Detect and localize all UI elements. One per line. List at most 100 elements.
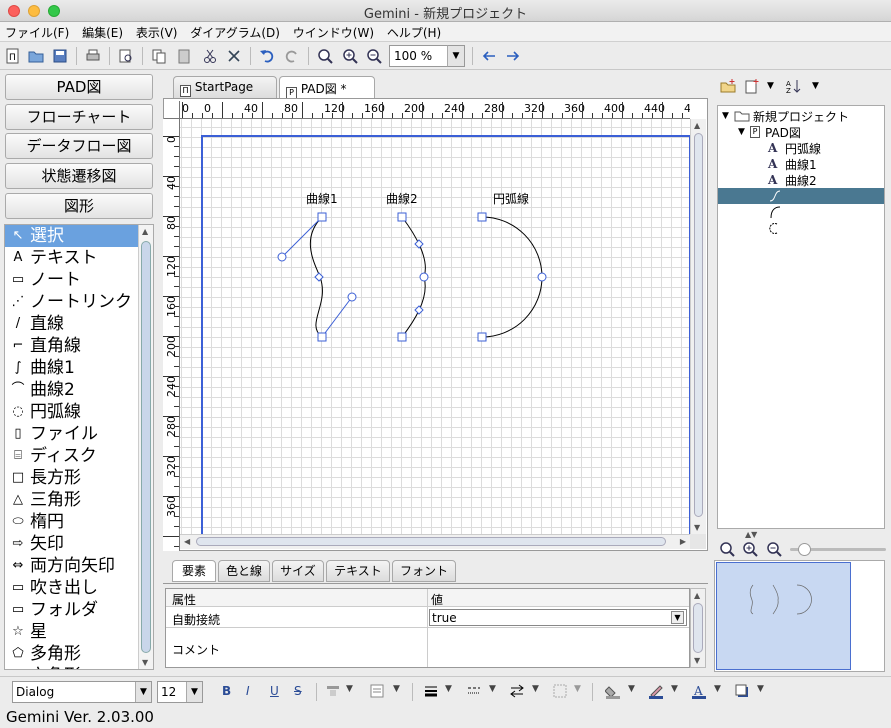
zoom-slider-thumb[interactable] — [798, 543, 811, 556]
tool-item[interactable]: / 直線 — [5, 313, 153, 335]
category-state-transition[interactable]: 状態遷移図 — [5, 163, 153, 189]
line-width-icon[interactable] — [421, 681, 441, 701]
new-project-icon[interactable]: Π — [3, 46, 23, 66]
tool-item[interactable]: ▭ ノート — [5, 269, 153, 291]
tool-item[interactable]: ▭ 吹き出し — [5, 577, 153, 599]
tab-font[interactable]: フォント — [392, 560, 456, 582]
line-color-dropdown-icon[interactable]: ▼ — [671, 684, 678, 694]
zoom-out-icon[interactable] — [364, 46, 384, 66]
menu-help[interactable]: ヘルプ(H) — [382, 22, 445, 41]
add-folder-icon[interactable] — [718, 76, 738, 96]
menu-view[interactable]: 表示(V) — [131, 22, 182, 41]
tool-item[interactable]: ⇨ 矢印 — [5, 533, 153, 555]
tree-item-arc[interactable]: A 円弧線 — [718, 140, 884, 156]
delete-icon[interactable] — [224, 46, 244, 66]
tree-item-arc-shape[interactable] — [718, 220, 884, 236]
tab-color-line[interactable]: 色と線 — [218, 560, 270, 582]
copy-icon[interactable] — [149, 46, 169, 66]
canvas-vertical-scrollbar[interactable]: ▲ ▼ — [690, 119, 706, 534]
zoom-dropdown-icon[interactable]: ▼ — [447, 45, 465, 67]
tab-text[interactable]: テキスト — [326, 560, 390, 582]
text-align-dropdown-icon[interactable]: ▼ — [393, 684, 400, 694]
tab-size[interactable]: サイズ — [272, 560, 324, 582]
menu-diagram[interactable]: ダイアグラム(D) — [185, 22, 284, 41]
expand-arrow-icon[interactable]: ▼ — [722, 111, 734, 121]
overview-zoom-in-icon[interactable] — [740, 539, 760, 559]
open-folder-icon[interactable] — [26, 46, 46, 66]
tree-item-curve2-shape[interactable] — [718, 204, 884, 220]
splitter-arrows[interactable]: ▲▼ — [745, 530, 757, 539]
menu-edit[interactable]: 編集(E) — [77, 22, 127, 41]
line-width-dropdown-icon[interactable]: ▼ — [445, 684, 452, 694]
bold-icon[interactable]: B — [222, 684, 231, 698]
add-diagram-icon[interactable] — [742, 76, 762, 96]
shadow-dropdown-icon[interactable]: ▼ — [757, 684, 764, 694]
tool-item[interactable]: ▯ ファイル — [5, 423, 153, 445]
forward-arrow-icon[interactable] — [503, 46, 523, 66]
tree-item-curve1-shape[interactable] — [718, 188, 884, 204]
tool-item[interactable]: △ 三角形 — [5, 489, 153, 511]
italic-icon[interactable]: I — [246, 684, 250, 698]
property-comment-field[interactable] — [429, 631, 687, 665]
menu-file[interactable]: ファイル(F) — [0, 22, 73, 41]
save-icon[interactable] — [50, 46, 70, 66]
line-color-icon[interactable] — [646, 681, 666, 701]
tab-pad-diagram[interactable]: P PAD図 * — [279, 76, 375, 99]
fill-color-dropdown-icon[interactable]: ▼ — [628, 684, 635, 694]
overview-zoom-out-icon[interactable] — [764, 539, 784, 559]
tool-item[interactable]: ⌐ 直角線 — [5, 335, 153, 357]
cut-icon[interactable] — [200, 46, 220, 66]
tool-item[interactable]: ⬭ 楕円 — [5, 511, 153, 533]
align-top-dropdown-icon[interactable]: ▼ — [346, 684, 353, 694]
category-flowchart[interactable]: フローチャート — [5, 104, 153, 130]
arrow-style-dropdown-icon[interactable]: ▼ — [532, 684, 539, 694]
fill-color-icon[interactable] — [603, 681, 623, 701]
tool-item[interactable]: ⬠ 多角形 — [5, 643, 153, 665]
overview-zoom-fit-icon[interactable] — [717, 539, 737, 559]
category-pad[interactable]: PAD図 — [5, 74, 153, 100]
menu-window[interactable]: ウインドウ(W) — [288, 22, 378, 41]
tool-item[interactable]: A テキスト — [5, 247, 153, 269]
tab-element[interactable]: 要素 — [172, 560, 216, 582]
line-style-icon[interactable] — [464, 681, 484, 701]
tree-diagram[interactable]: ▼ P PAD図 — [718, 124, 884, 140]
arc-label[interactable]: 円弧線 — [493, 190, 529, 207]
curve1-label[interactable]: 曲線1 — [306, 190, 338, 207]
border-icon[interactable] — [550, 681, 570, 701]
font-size-select[interactable]: 12 ▼ — [157, 681, 203, 703]
back-arrow-icon[interactable] — [479, 46, 499, 66]
zoom-fit-icon[interactable] — [315, 46, 335, 66]
sort-dropdown-icon[interactable]: ▼ — [812, 81, 819, 91]
add-diagram-dropdown-icon[interactable]: ▼ — [767, 81, 774, 91]
chevron-down-icon[interactable]: ▼ — [186, 682, 202, 702]
expand-arrow-icon[interactable]: ▼ — [738, 127, 750, 137]
tool-item[interactable]: ⬡六角形 — [5, 665, 153, 669]
tool-list-scrollbar[interactable]: ▲ ▼ — [138, 225, 153, 669]
tool-item[interactable]: ⌸ ディスク — [5, 445, 153, 467]
strikethrough-icon[interactable]: S — [294, 684, 302, 698]
chevron-down-icon[interactable]: ▼ — [671, 611, 684, 624]
tool-item[interactable]: ⋰ ノートリンク — [5, 291, 153, 313]
underline-icon[interactable]: U — [270, 684, 279, 698]
tool-item[interactable]: ⇔ 両方向矢印 — [5, 555, 153, 577]
zoom-in-icon[interactable] — [340, 46, 360, 66]
font-family-select[interactable]: Dialog ▼ — [12, 681, 152, 703]
tool-item[interactable]: □ 長方形 — [5, 467, 153, 489]
sort-icon[interactable]: AZ — [784, 76, 804, 96]
print-preview-icon[interactable] — [116, 46, 136, 66]
category-shapes[interactable]: 図形 — [5, 193, 153, 219]
undo-icon[interactable] — [257, 46, 277, 66]
print-icon[interactable] — [83, 46, 103, 66]
chevron-down-icon[interactable]: ▼ — [135, 682, 151, 702]
curve2-label[interactable]: 曲線2 — [386, 190, 418, 207]
paste-icon[interactable] — [174, 46, 194, 66]
canvas-horizontal-scrollbar[interactable]: ◀ ▶ — [180, 534, 690, 549]
category-dataflow[interactable]: データフロー図 — [5, 133, 153, 159]
line-style-dropdown-icon[interactable]: ▼ — [489, 684, 496, 694]
tool-item[interactable]: ⌒ 曲線2 — [5, 379, 153, 401]
text-align-icon[interactable] — [367, 681, 387, 701]
overview-viewport[interactable] — [716, 562, 851, 670]
align-top-icon[interactable] — [323, 681, 343, 701]
diagram-canvas[interactable]: 曲線1 曲線2 円弧線 — [180, 119, 690, 534]
tool-item[interactable]: ◌ 円弧線 — [5, 401, 153, 423]
